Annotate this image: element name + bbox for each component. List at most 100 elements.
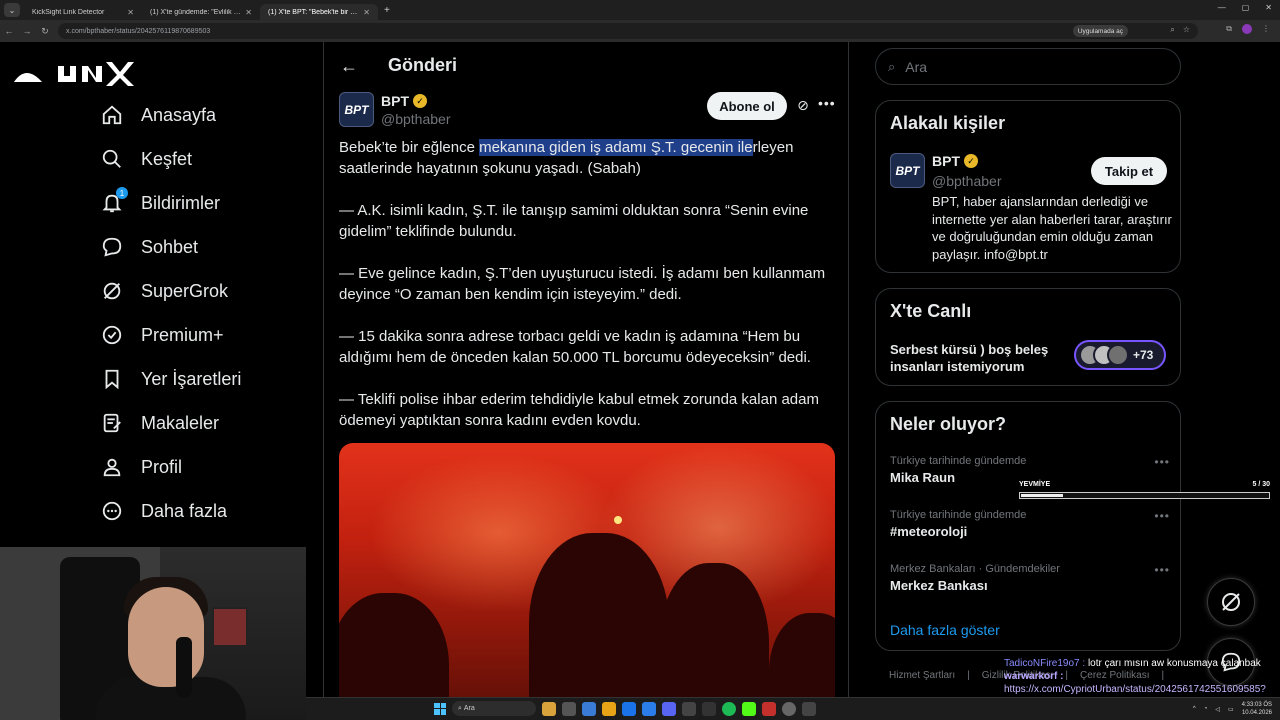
tray-chevron-icon[interactable]: ^ xyxy=(1193,706,1196,712)
back-icon[interactable]: ← xyxy=(0,26,18,36)
premium-icon xyxy=(100,323,124,347)
browser-menu-icon[interactable]: ⋮ xyxy=(1262,24,1270,34)
profile-avatar[interactable] xyxy=(1242,24,1252,34)
progress-label: YEVMİYE xyxy=(1019,481,1051,488)
progress-fill xyxy=(1021,494,1063,497)
live-card: X'te Canlı Serbest kürsü ) boş beleş ins… xyxy=(875,288,1181,386)
author-avatar[interactable]: BPT xyxy=(339,92,374,127)
card-title: X'te Canlı xyxy=(890,301,972,321)
bookmark-icon xyxy=(100,367,124,391)
more-options-icon[interactable]: ••• xyxy=(1154,563,1170,577)
nav-item-premium[interactable]: Premium+ xyxy=(100,320,224,350)
trend-meta: Türkiye tarihinde gündemde xyxy=(890,455,1027,467)
tab-menu-button[interactable]: ⌄ xyxy=(4,3,20,17)
nav-item-explore[interactable]: Keşfet xyxy=(100,144,192,174)
post-paragraph: — Teklifi polise ihbar ederim tehdidiyle… xyxy=(339,391,819,429)
nav-label: Bildirimler xyxy=(141,192,221,213)
nav-item-home[interactable]: Anasayfa xyxy=(100,100,216,130)
nav-item-chat[interactable]: Sohbet xyxy=(100,232,198,262)
zoom-icon[interactable]: ⌕ xyxy=(1170,25,1174,35)
url-text: x.com/bpthaber/status/204257611987068950… xyxy=(66,27,211,35)
author-handle[interactable]: @bpthaber xyxy=(381,111,450,127)
related-handle[interactable]: @bpthaber xyxy=(932,173,1001,189)
trend-name: #meteoroloji xyxy=(890,524,968,539)
footer-link-terms[interactable]: Hizmet Şartları xyxy=(889,670,955,681)
follow-button[interactable]: Takip et xyxy=(1091,157,1167,185)
app-icon[interactable] xyxy=(802,701,816,716)
subscribe-button[interactable]: Abone ol xyxy=(707,92,787,120)
nav-item-profile[interactable]: Profil xyxy=(100,452,182,482)
image-light-spot xyxy=(614,516,622,524)
post-paragraph: — A.K. isimli kadın, Ş.T. ile tanışıp sa… xyxy=(339,202,809,240)
nav-item-notifications[interactable]: 1 Bildirimler xyxy=(100,187,221,218)
taskbar-search[interactable]: ⌕ Ara xyxy=(452,701,536,716)
browser-tab-bar: ⌄ KickSight Link Detector ✕ (1) X'te gün… xyxy=(0,0,1280,20)
open-in-app-button[interactable]: Uygulamada aç xyxy=(1072,25,1128,37)
app-icon[interactable] xyxy=(702,701,716,716)
widget-icon[interactable] xyxy=(542,701,556,716)
x-logo-icon[interactable] xyxy=(12,56,134,93)
app-icon[interactable] xyxy=(782,701,796,716)
search-input[interactable]: ⌕ Ara xyxy=(875,48,1181,85)
close-tab-icon[interactable]: ✕ xyxy=(363,8,370,17)
file-explorer-icon[interactable] xyxy=(602,701,616,716)
trend-meta: Türkiye tarihinde gündemde xyxy=(890,509,1027,521)
forward-icon[interactable]: → xyxy=(18,26,36,36)
app-icon[interactable] xyxy=(682,701,696,716)
close-tab-icon[interactable]: ✕ xyxy=(245,8,252,17)
minimize-icon[interactable]: — xyxy=(1218,3,1226,12)
nav-label: Makaleler xyxy=(141,412,220,433)
close-tab-icon[interactable]: ✕ xyxy=(127,8,134,17)
star-icon[interactable]: ☆ xyxy=(1183,25,1190,35)
battery-icon[interactable]: ▭ xyxy=(1228,706,1234,713)
grok-floating-button[interactable] xyxy=(1207,578,1255,626)
page-title: Gönderi xyxy=(388,55,458,75)
post-paragraph: Bebek’te bir eğlence mekanına giden iş a… xyxy=(339,137,834,179)
nav-item-supergrok[interactable]: SuperGrok xyxy=(100,276,228,306)
trend-item[interactable]: Türkiye tarihinde gündemde #meteoroloji … xyxy=(890,509,1170,539)
extensions-icon[interactable]: ⧉ xyxy=(1226,24,1232,34)
network-icon[interactable]: ◔ xyxy=(1204,706,1208,712)
close-window-icon[interactable]: ✕ xyxy=(1265,3,1272,12)
app-icon[interactable] xyxy=(762,701,776,716)
volume-icon[interactable]: ◁ xyxy=(1215,706,1220,713)
related-name-row[interactable]: BPT ✓ xyxy=(932,153,978,169)
trend-item[interactable]: Merkez Bankaları · Gündemdekiler Merkez … xyxy=(890,563,1170,593)
nav-label: Sohbet xyxy=(141,236,199,257)
discord-icon[interactable] xyxy=(662,701,676,716)
reload-icon[interactable]: ↻ xyxy=(36,26,54,37)
new-tab-icon[interactable]: + xyxy=(384,5,390,16)
live-listeners-pill[interactable]: +73 xyxy=(1074,340,1166,370)
kick-icon[interactable] xyxy=(742,701,756,716)
maximize-icon[interactable]: ▢ xyxy=(1242,3,1250,12)
related-avatar[interactable]: BPT xyxy=(890,153,925,188)
nav-label: Keşfet xyxy=(141,148,193,169)
nav-item-articles[interactable]: Makaleler xyxy=(100,408,219,438)
browser-tab-1[interactable]: KickSight Link Detector ✕ xyxy=(24,4,142,20)
post-image[interactable] xyxy=(339,443,835,720)
live-space-title[interactable]: Serbest kürsü ) boş beleş insanları iste… xyxy=(890,341,1060,375)
nav-label: Premium+ xyxy=(141,324,224,345)
post-header: ← Gönderi xyxy=(324,42,849,92)
url-field[interactable]: x.com/bpthaber/status/204257611987068950… xyxy=(58,23,1198,39)
nav-item-more[interactable]: Daha fazla xyxy=(100,496,227,526)
browser-icon[interactable] xyxy=(622,701,636,716)
app-icon[interactable] xyxy=(642,701,656,716)
show-more-link[interactable]: Daha fazla göster xyxy=(890,622,1000,638)
more-options-icon[interactable]: ••• xyxy=(1154,509,1170,523)
nav-label: Anasayfa xyxy=(141,104,217,125)
author-name-row[interactable]: BPT ✓ xyxy=(381,93,450,109)
browser-tab-2[interactable]: (1) X'te gündemde: "Evlilik için g ✕ xyxy=(142,4,260,20)
windows-taskbar: ⌕ Ara ^ ◔ ◁ ▭ 4:33:03 ÖS 10.04.2026 xyxy=(306,697,1280,720)
more-options-icon[interactable]: ••• xyxy=(818,95,836,111)
browser-tab-3[interactable]: (1) X'te BPT: "Bebek'te bir eğlen ✕ xyxy=(260,4,378,20)
back-arrow-icon[interactable]: ← xyxy=(340,56,358,77)
spotify-icon[interactable] xyxy=(722,701,736,716)
windows-start-icon[interactable] xyxy=(434,702,446,715)
more-options-icon[interactable]: ••• xyxy=(1154,455,1170,469)
task-view-icon[interactable] xyxy=(562,701,576,716)
grok-icon[interactable]: ⊘ xyxy=(794,97,812,115)
clock[interactable]: 4:33:03 ÖS 10.04.2026 xyxy=(1242,701,1272,717)
nav-item-bookmarks[interactable]: Yer İşaretleri xyxy=(100,364,241,394)
app-icon[interactable] xyxy=(582,701,596,716)
